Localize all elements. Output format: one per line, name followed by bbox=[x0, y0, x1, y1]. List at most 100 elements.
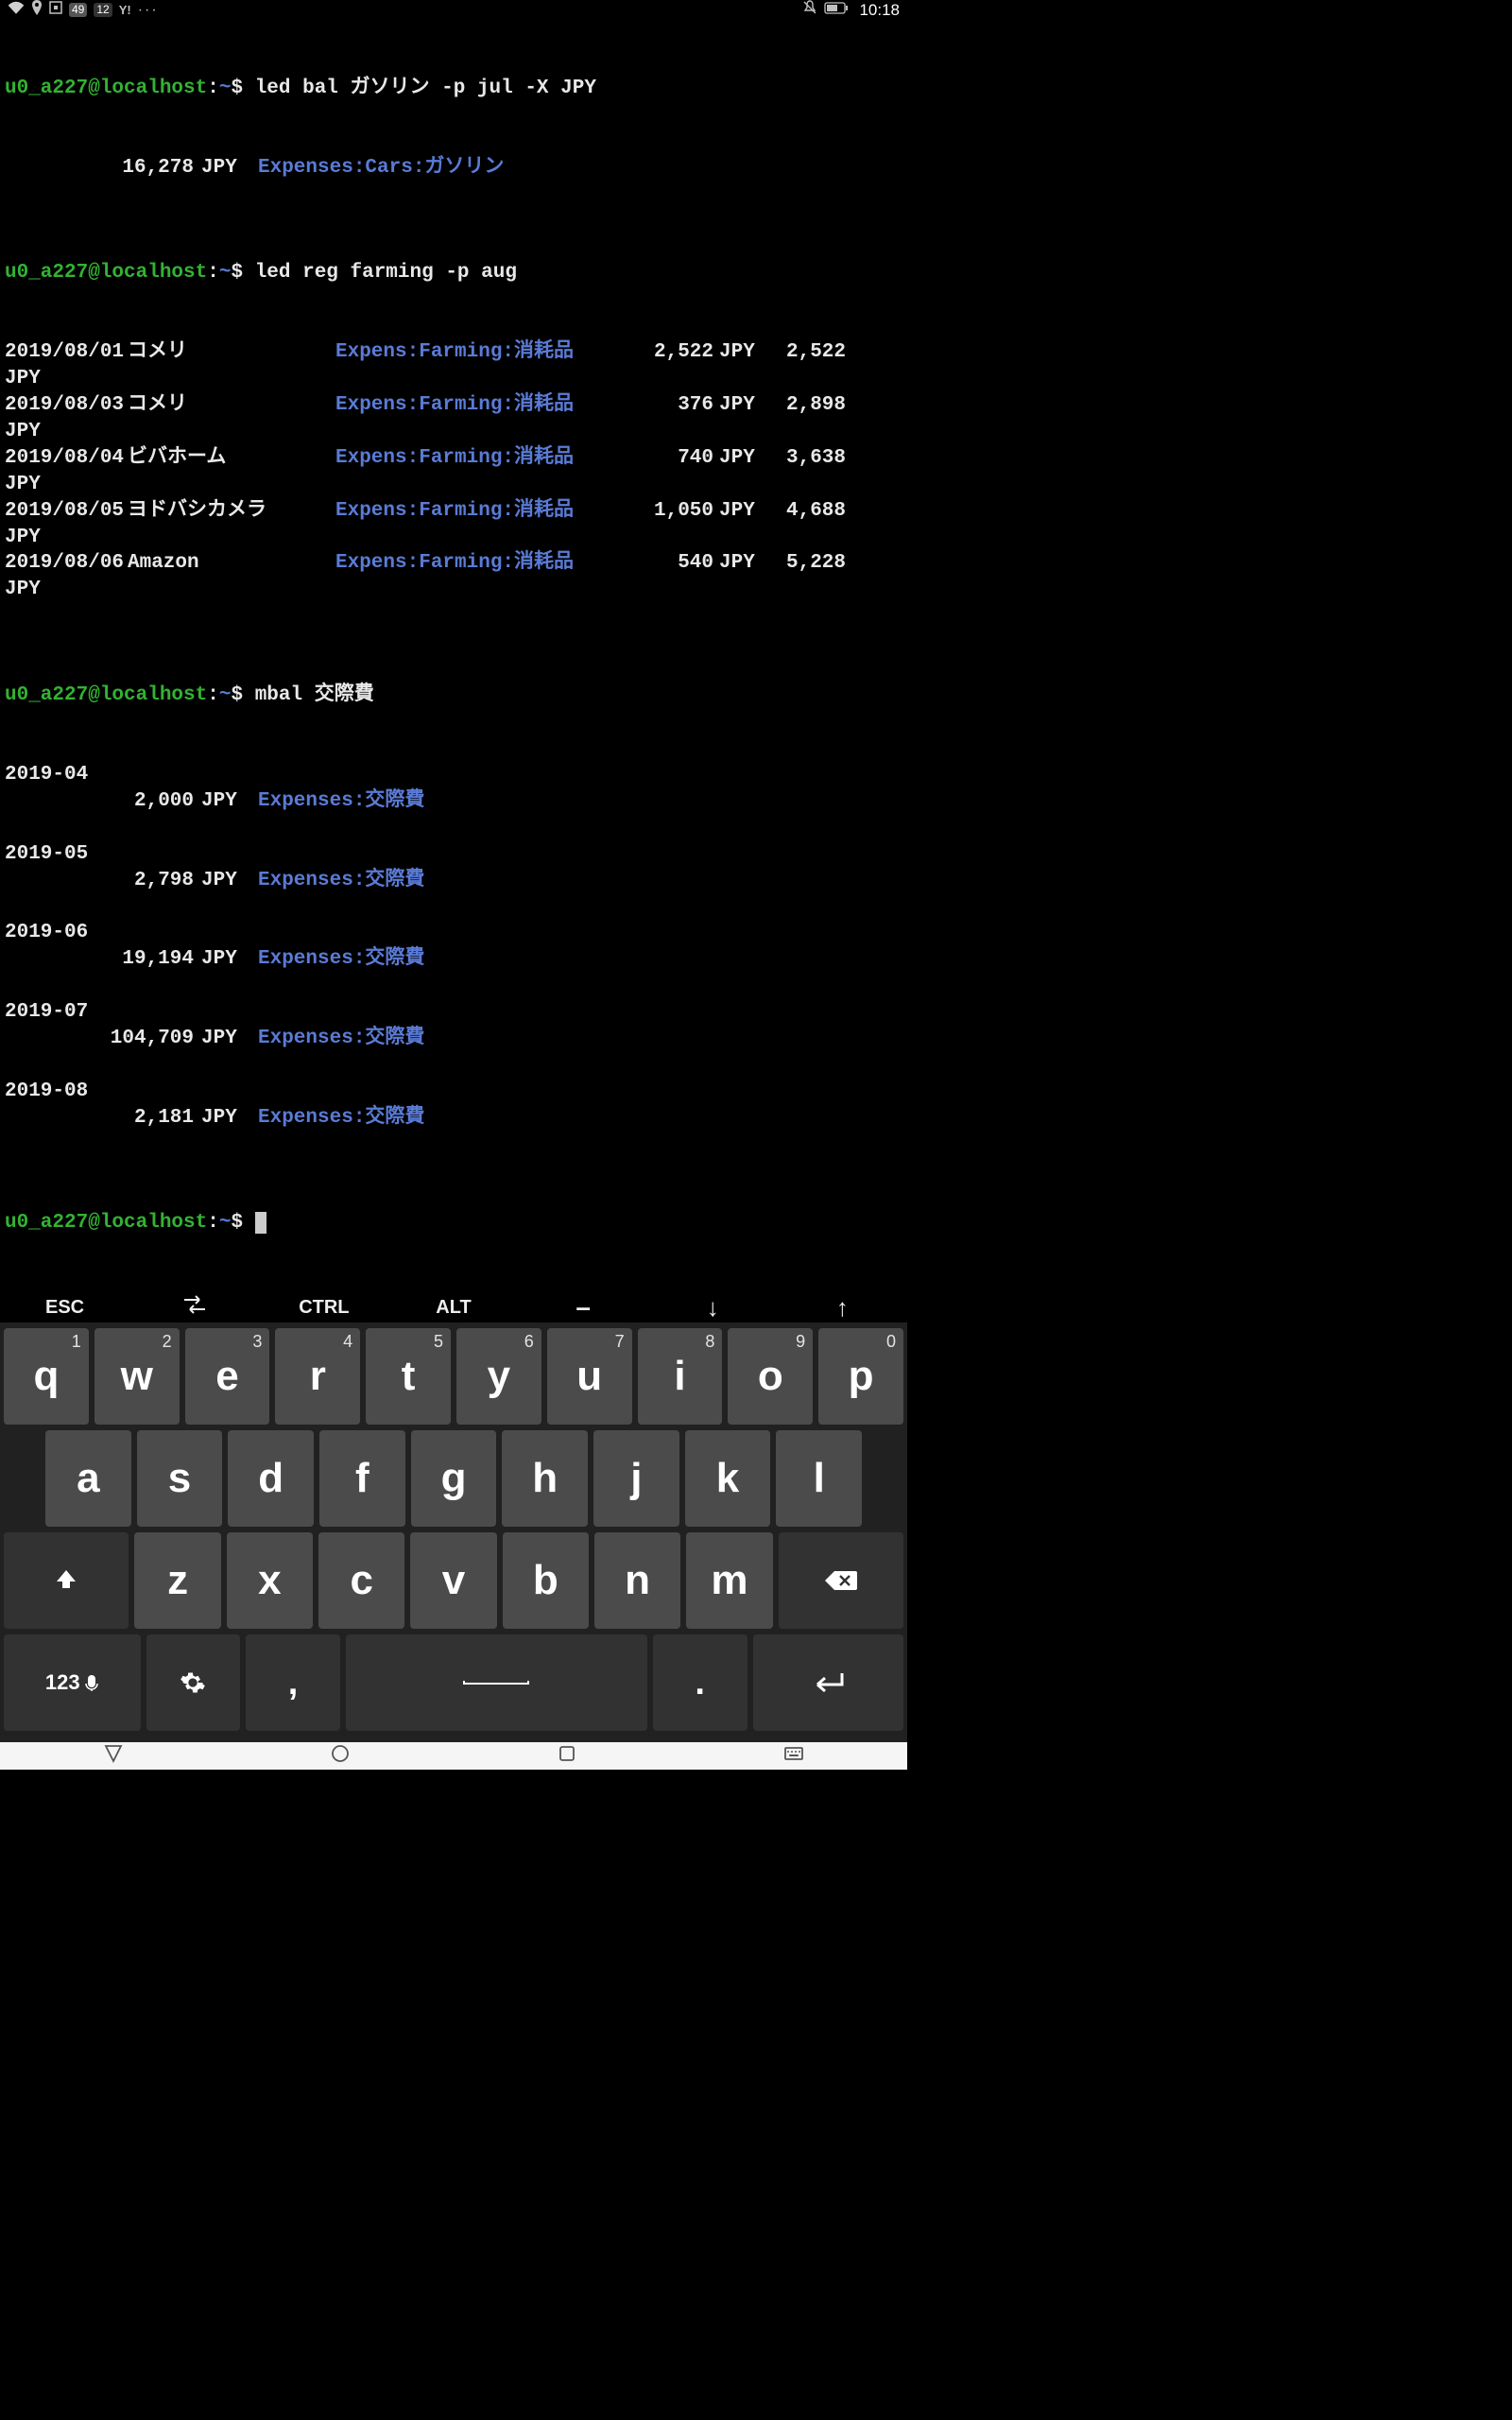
nav-back-button[interactable] bbox=[102, 1742, 125, 1770]
mbal-row: 2,000JPYExpenses:交際費 bbox=[5, 788, 902, 815]
reg-date: 2019/08/05 bbox=[5, 498, 128, 525]
period-key[interactable]: . bbox=[653, 1634, 747, 1731]
settings-key[interactable] bbox=[146, 1634, 241, 1731]
mbal-period: 2019-08 bbox=[5, 1079, 902, 1105]
key-p[interactable]: p0 bbox=[818, 1328, 903, 1425]
reg-payee: ビバホーム bbox=[128, 445, 335, 472]
mbal-account: Expenses:交際費 bbox=[243, 1107, 424, 1129]
ctrl-key[interactable]: CTRL bbox=[259, 1297, 388, 1319]
tab-key[interactable] bbox=[129, 1295, 259, 1320]
reg-running: 2,898 bbox=[761, 392, 846, 419]
register-row: 2019/08/03コメリExpens:Farming:消耗品376JPY2,8… bbox=[5, 392, 902, 419]
more-icon: ··· bbox=[138, 2, 159, 19]
esc-key[interactable]: ESC bbox=[0, 1297, 129, 1319]
mbal-account: Expenses:交際費 bbox=[243, 1028, 424, 1049]
key-i[interactable]: i8 bbox=[638, 1328, 723, 1425]
key-h[interactable]: h bbox=[502, 1430, 588, 1527]
status-bar: 49 12 Y! ··· 10:18 bbox=[0, 0, 907, 20]
cmd-1: led bal ガソリン -p jul -X JPY bbox=[255, 78, 596, 99]
key-n[interactable]: n bbox=[594, 1532, 680, 1629]
mbal-period: 2019-07 bbox=[5, 999, 902, 1026]
dash-key[interactable]: – bbox=[519, 1292, 648, 1322]
key-a[interactable]: a bbox=[45, 1430, 131, 1527]
alt-key[interactable]: ALT bbox=[388, 1297, 518, 1319]
symbols-key[interactable]: 123 bbox=[4, 1634, 141, 1731]
key-v[interactable]: v bbox=[410, 1532, 496, 1629]
reg-account: Expens:Farming:消耗品 bbox=[335, 392, 610, 419]
reg-running: 5,228 bbox=[761, 550, 846, 577]
reg-payee: コメリ bbox=[128, 392, 335, 419]
calendar-badge: 12 bbox=[94, 3, 112, 17]
key-c[interactable]: c bbox=[318, 1532, 404, 1629]
reg-amount: 1,050 bbox=[610, 498, 713, 525]
key-z[interactable]: z bbox=[134, 1532, 220, 1629]
mbal-row: 19,194JPYExpenses:交際費 bbox=[5, 946, 902, 973]
reg-account: Expens:Farming:消耗品 bbox=[335, 498, 610, 525]
stop-icon bbox=[49, 1, 62, 19]
reg-date: 2019/08/03 bbox=[5, 392, 128, 419]
key-g[interactable]: g bbox=[411, 1430, 497, 1527]
cmd-3: mbal 交際費 bbox=[255, 684, 374, 706]
arrow-down-key[interactable]: ↓ bbox=[648, 1293, 778, 1322]
yahoo-icon: Y! bbox=[119, 3, 131, 17]
clock: 10:18 bbox=[859, 1, 900, 20]
enter-key[interactable] bbox=[753, 1634, 903, 1731]
key-x[interactable]: x bbox=[227, 1532, 313, 1629]
nav-home-button[interactable] bbox=[329, 1742, 352, 1770]
comma-key[interactable]: , bbox=[246, 1634, 340, 1731]
mbal-account: Expenses:交際費 bbox=[243, 948, 424, 970]
reg-amount: 2,522 bbox=[610, 339, 713, 366]
wifi-icon bbox=[8, 1, 25, 19]
reg-account: Expens:Farming:消耗品 bbox=[335, 445, 610, 472]
key-j[interactable]: j bbox=[593, 1430, 679, 1527]
cmd-2: led reg farming -p aug bbox=[255, 262, 517, 284]
key-o[interactable]: o9 bbox=[728, 1328, 813, 1425]
location-icon bbox=[31, 0, 43, 20]
space-key[interactable] bbox=[346, 1634, 647, 1731]
key-q[interactable]: q1 bbox=[4, 1328, 89, 1425]
notification-count-badge: 49 bbox=[69, 3, 87, 17]
reg-running: 3,638 bbox=[761, 445, 846, 472]
arrow-up-key[interactable]: ↑ bbox=[778, 1293, 907, 1322]
key-m[interactable]: m bbox=[686, 1532, 772, 1629]
key-e[interactable]: e3 bbox=[185, 1328, 270, 1425]
key-y[interactable]: y6 bbox=[456, 1328, 541, 1425]
key-d[interactable]: d bbox=[228, 1430, 314, 1527]
register-row: 2019/08/01コメリExpens:Farming:消耗品2,522JPY2… bbox=[5, 339, 902, 366]
mbal-period: 2019-04 bbox=[5, 762, 902, 788]
key-r[interactable]: r4 bbox=[275, 1328, 360, 1425]
prompt-user: u0_a227@localhost bbox=[5, 78, 207, 99]
reg-date: 2019/08/04 bbox=[5, 445, 128, 472]
nav-keyboard-button[interactable] bbox=[782, 1742, 805, 1770]
key-t[interactable]: t5 bbox=[366, 1328, 451, 1425]
android-nav-bar bbox=[0, 1742, 907, 1770]
key-k[interactable]: k bbox=[685, 1430, 771, 1527]
reg-amount: 376 bbox=[610, 392, 713, 419]
reg-running: 2,522 bbox=[761, 339, 846, 366]
key-u[interactable]: u7 bbox=[547, 1328, 632, 1425]
terminal-extra-keys: ESC CTRL ALT – ↓ ↑ bbox=[0, 1292, 907, 1322]
mute-icon bbox=[802, 0, 817, 20]
key-s[interactable]: s bbox=[137, 1430, 223, 1527]
reg-date: 2019/08/06 bbox=[5, 550, 128, 577]
key-l[interactable]: l bbox=[776, 1430, 862, 1527]
register-row: 2019/08/05ヨドバシカメラExpens:Farming:消耗品1,050… bbox=[5, 498, 902, 525]
reg-account: Expens:Farming:消耗品 bbox=[335, 550, 610, 577]
nav-recents-button[interactable] bbox=[556, 1742, 578, 1770]
reg-account: Expens:Farming:消耗品 bbox=[335, 339, 610, 366]
mbal-period: 2019-06 bbox=[5, 920, 902, 946]
key-b[interactable]: b bbox=[503, 1532, 589, 1629]
mbal-row: 104,709JPYExpenses:交際費 bbox=[5, 1026, 902, 1052]
cursor bbox=[255, 1212, 267, 1234]
backspace-key[interactable] bbox=[779, 1532, 903, 1629]
reg-date: 2019/08/01 bbox=[5, 339, 128, 366]
account-link: Expenses:Cars:ガソリン bbox=[243, 157, 504, 179]
key-w[interactable]: w2 bbox=[94, 1328, 180, 1425]
key-f[interactable]: f bbox=[319, 1430, 405, 1527]
battery-icon bbox=[824, 2, 849, 19]
mbal-account: Expenses:交際費 bbox=[243, 790, 424, 812]
shift-key[interactable] bbox=[4, 1532, 129, 1629]
mbal-row: 2,798JPYExpenses:交際費 bbox=[5, 868, 902, 894]
terminal-output[interactable]: u0_a227@localhost:~$ led bal ガソリン -p jul… bbox=[0, 20, 907, 1292]
reg-payee: ヨドバシカメラ bbox=[128, 498, 335, 525]
